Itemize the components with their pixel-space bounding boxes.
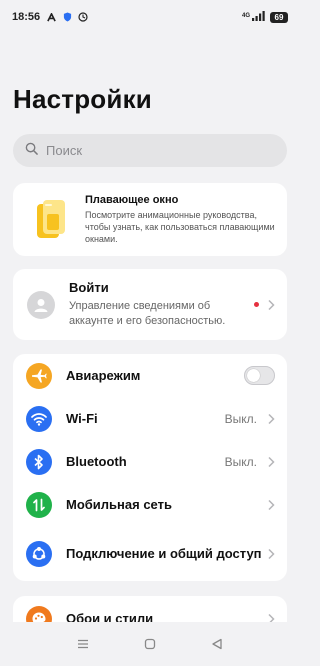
floating-window-text: Плавающее окно Посмотрите анимационные р… [85, 194, 277, 245]
settings-row-airplane-mode[interactable]: Авиарежим [26, 354, 275, 397]
airplane-mode-toggle[interactable] [244, 366, 275, 385]
settings-row-connection-sharing[interactable]: Подключение и общий доступ [26, 526, 275, 581]
floating-window-card[interactable]: Плавающее окно Посмотрите анимационные р… [13, 183, 287, 256]
floating-window-illustration-icon [33, 198, 69, 242]
battery-icon: 69 [270, 11, 288, 23]
wifi-status-value: Выкл. [224, 411, 257, 426]
settings-label-bluetooth: Bluetooth [66, 454, 127, 469]
account-description: Управление сведениями об аккаунте и его … [69, 300, 226, 327]
home-icon[interactable] [138, 632, 162, 656]
mobile-network-icon [26, 491, 52, 518]
settings-row-wifi[interactable]: Wi-Fi Выкл. [26, 397, 275, 440]
settings-label-mobile-network: Мобильная сеть [66, 497, 172, 512]
connectivity-settings-card: Авиарежим Wi-Fi Выкл. Bluetooth Выкл. Мо… [13, 354, 287, 581]
status-right: 4G 69 [241, 10, 288, 24]
signal-icon [252, 10, 266, 24]
connection-sharing-icon [26, 540, 52, 567]
settings-row-bluetooth[interactable]: Bluetooth Выкл. [26, 440, 275, 483]
settings-label-connection-sharing: Подключение и общий доступ [66, 546, 262, 561]
chevron-right-icon [267, 456, 275, 468]
status-time: 18:56 [12, 11, 41, 23]
menu-icon[interactable] [71, 632, 95, 656]
settings-label-wifi: Wi-Fi [66, 411, 98, 426]
bluetooth-status-value: Выкл. [224, 454, 257, 469]
search-icon [25, 142, 38, 160]
floating-window-title: Плавающее окно [85, 194, 179, 206]
notification-dot [254, 302, 259, 307]
settings-row-mobile-network[interactable]: Мобильная сеть [26, 483, 275, 526]
settings-label-airplane-mode: Авиарежим [66, 368, 141, 383]
shield-icon [62, 12, 72, 22]
account-login-card[interactable]: Войти Управление сведениями об аккаунте … [13, 269, 287, 340]
account-title: Войти [69, 280, 109, 295]
floating-window-description: Посмотрите анимационные руководства, что… [85, 210, 275, 244]
account-text: Войти Управление сведениями об аккаунте … [69, 280, 248, 329]
airplane-icon [26, 362, 52, 389]
chevron-right-icon [267, 299, 275, 311]
chevron-right-icon [267, 413, 275, 425]
status-bar: 18:56 4G 69 [0, 0, 300, 34]
network-label: 4G [241, 12, 250, 19]
toggle-knob [247, 369, 260, 382]
wifi-icon [26, 405, 52, 432]
a-icon [46, 12, 56, 22]
chevron-right-icon [267, 499, 275, 511]
chevron-right-icon [267, 548, 275, 560]
system-navigation-bar [0, 622, 300, 666]
clock-icon [78, 12, 88, 22]
bluetooth-icon [26, 448, 52, 475]
search-bar[interactable] [13, 134, 287, 167]
search-input[interactable] [46, 143, 246, 158]
back-icon[interactable] [205, 632, 229, 656]
status-left: 18:56 [12, 11, 88, 23]
page-title: Настройки [13, 84, 152, 114]
avatar-icon [27, 290, 55, 319]
